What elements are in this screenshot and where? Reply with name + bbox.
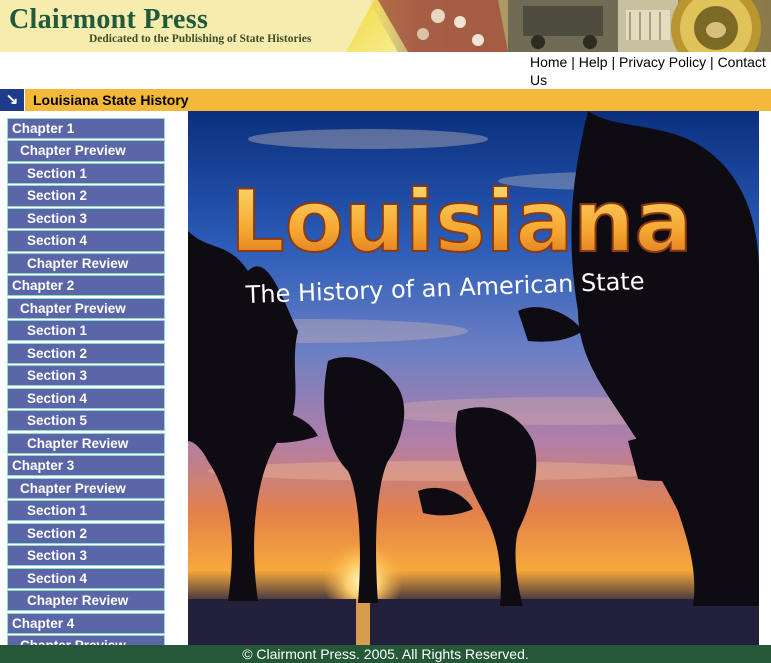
section-title: Louisiana State History (33, 92, 189, 108)
chapter-nav-list: Chapter 1 Chapter Preview Section 1 Section… (7, 118, 165, 645)
sidebar-item-section-4[interactable]: Section 4 (7, 567, 165, 589)
cover-title: Louisiana (230, 172, 693, 272)
privacy-policy-link[interactable]: Privacy Policy (619, 54, 706, 70)
sidebar-item-section-4[interactable]: Section 4 (7, 387, 165, 409)
bayou-sunset-illustration: Louisiana The History of an American Sta… (188, 111, 759, 645)
book-cover-image: Louisiana The History of an American Sta… (188, 111, 759, 645)
site-logo-title[interactable]: Clairmont Press (9, 4, 208, 36)
sidebar-item-section-2[interactable]: Section 2 (7, 342, 165, 364)
sidebar-item-section-1[interactable]: Section 1 (7, 320, 165, 342)
home-link[interactable]: Home (530, 54, 567, 70)
sidebar-item-section-3[interactable]: Section 3 (7, 365, 165, 387)
sidebar-item-section-2[interactable]: Section 2 (7, 185, 165, 207)
sidebar-item-chapter-review[interactable]: Chapter Review (7, 252, 165, 274)
site-header: Clairmont Press Dedicated to the Publish… (0, 0, 771, 52)
sidebar-item-section-3[interactable]: Section 3 (7, 545, 165, 567)
utility-links: Home | Help | Privacy Policy | Contact U… (530, 53, 771, 89)
sidebar-item-section-2[interactable]: Section 2 (7, 522, 165, 544)
sidebar-item-section-1[interactable]: Section 1 (7, 500, 165, 522)
sidebar-navigation: Chapter 1 Chapter Preview Section 1 Section… (0, 111, 188, 645)
titlebar-spacer (0, 73, 25, 90)
sidebar-item-chapter-preview[interactable]: Chapter Preview (7, 477, 165, 499)
arrow-down-right-icon: ↘ (0, 89, 24, 111)
sidebar-item-chapter-preview[interactable]: Chapter Preview (7, 635, 165, 645)
link-separator: | (607, 54, 619, 70)
link-separator: | (706, 54, 718, 70)
sidebar-item-section-1[interactable]: Section 1 (7, 162, 165, 185)
page: Clairmont Press Dedicated to the Publish… (0, 0, 771, 663)
section-title-bar: Louisiana State History (25, 89, 771, 111)
sidebar-item-section-4[interactable]: Section 4 (7, 230, 165, 252)
sidebar-item-chapter-preview[interactable]: Chapter Preview (7, 140, 165, 162)
help-link[interactable]: Help (579, 54, 608, 70)
sidebar-item-chapter-review[interactable]: Chapter Review (7, 590, 165, 612)
sidebar-item-section-5[interactable]: Section 5 (7, 410, 165, 432)
sidebar-item-section-3[interactable]: Section 3 (7, 207, 165, 230)
sidebar-item-chapter-4[interactable]: Chapter 4 (7, 612, 165, 634)
header-collage-image: STATE OF LOUISIANA (368, 0, 771, 52)
sidebar-item-chapter-preview[interactable]: Chapter Preview (7, 297, 165, 319)
site-tagline: Dedicated to the Publishing of State His… (89, 33, 312, 45)
sidebar-item-chapter-1[interactable]: Chapter 1 (7, 118, 165, 140)
copyright-text: © Clairmont Press. 2005. All Rights Rese… (242, 646, 529, 662)
link-separator: | (567, 54, 579, 70)
site-footer: © Clairmont Press. 2005. All Rights Rese… (0, 645, 771, 663)
sidebar-item-chapter-3[interactable]: Chapter 3 (7, 455, 165, 477)
sidebar-item-chapter-2[interactable]: Chapter 2 (7, 275, 165, 297)
sidebar-item-chapter-review[interactable]: Chapter Review (7, 432, 165, 454)
